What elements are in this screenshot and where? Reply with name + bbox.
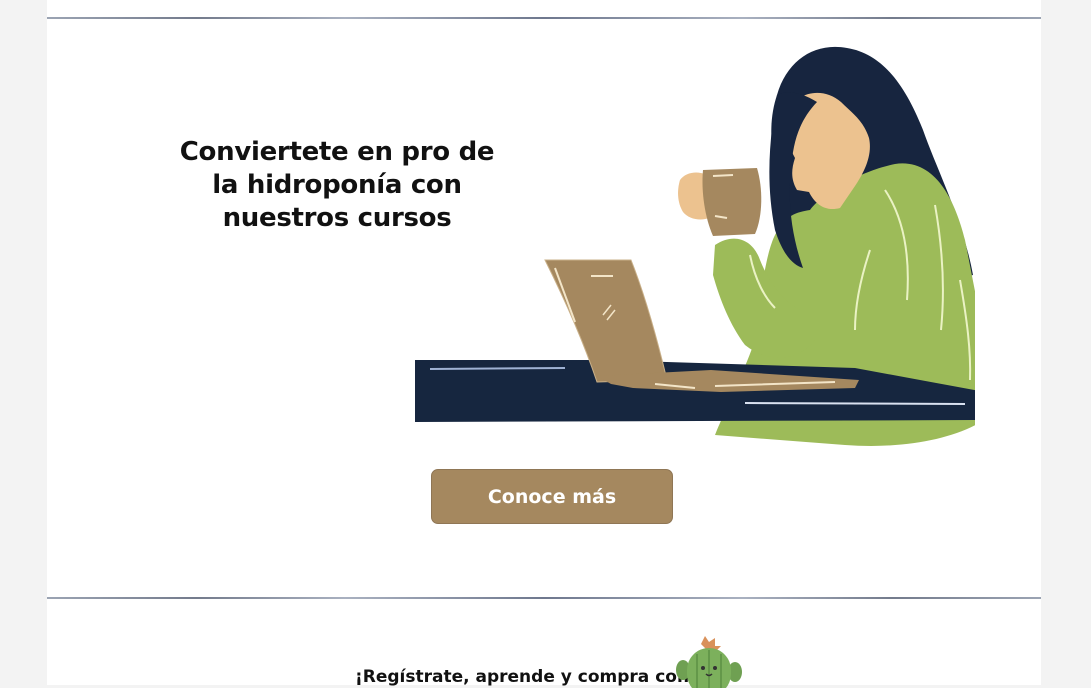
page-container: Conviertete en pro de la hidroponía con … xyxy=(47,0,1041,688)
section-divider-top xyxy=(47,17,1041,19)
signup-text: ¡Regístrate, aprende y compra con xyxy=(355,667,690,687)
cactus-mascot-icon xyxy=(676,636,742,688)
woman-laptop-illustration xyxy=(415,46,975,446)
conoce-mas-button[interactable]: Conoce más xyxy=(431,469,673,524)
section-divider-bottom xyxy=(47,597,1041,599)
